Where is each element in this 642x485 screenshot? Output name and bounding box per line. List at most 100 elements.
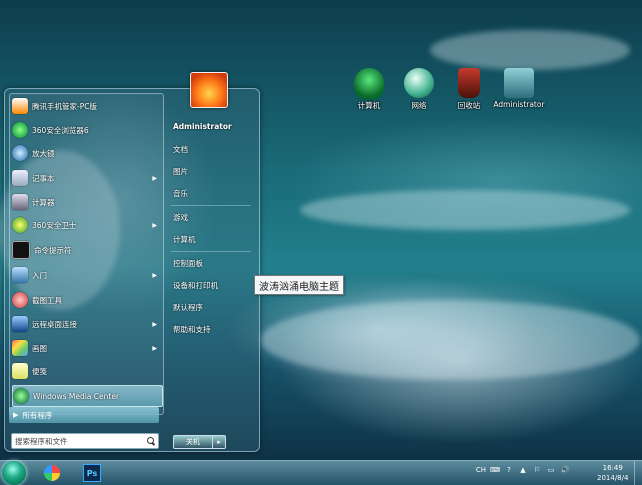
program-label: 腾讯手机管家-PC版: [32, 101, 97, 111]
wallpaper-foam: [430, 30, 630, 70]
volume-icon[interactable]: 🔊: [560, 465, 570, 475]
place-games[interactable]: 游戏: [173, 212, 188, 223]
getting-started-icon: [12, 267, 28, 283]
program-label: 截图工具: [32, 295, 62, 305]
program-item-cmd[interactable]: 命令提示符: [12, 240, 161, 260]
paint-icon: [12, 340, 28, 356]
recycle-bin-icon: [458, 68, 480, 98]
wallpaper-foam: [300, 190, 630, 230]
start-menu: 腾讯手机管家-PC版 360安全浏览器6 放大镜 记事本 ▶ 计算器 360安全…: [4, 88, 260, 452]
place-user[interactable]: Administrator: [173, 122, 232, 131]
program-label: 放大镜: [32, 148, 55, 158]
program-item-360-browser[interactable]: 360安全浏览器6: [12, 120, 161, 140]
notepad-icon: [12, 170, 28, 186]
program-item-media-center[interactable]: Windows Media Center: [12, 385, 163, 407]
360-icon: [44, 465, 60, 481]
program-item-getting-started[interactable]: 入门 ▶: [12, 265, 161, 285]
system-tray: CH ⌨ ? ▲ ⚐ ▭ 🔊: [476, 465, 570, 475]
program-item-calculator[interactable]: 计算器: [12, 192, 161, 212]
search-box: [11, 433, 159, 449]
place-devices-printers[interactable]: 设备和打印机: [173, 280, 218, 291]
calculator-icon: [12, 194, 28, 210]
program-item-360-safe[interactable]: 360安全卫士 ▶: [12, 215, 161, 235]
place-documents[interactable]: 文档: [173, 144, 188, 155]
divider: [171, 251, 251, 252]
program-label: 远程桌面连接: [32, 319, 77, 329]
media-center-icon: [13, 388, 29, 404]
user-avatar[interactable]: [190, 72, 228, 108]
program-label: Windows Media Center: [33, 391, 120, 401]
program-item-snipping-tool[interactable]: 截图工具: [12, 290, 161, 310]
desktop-icon-computer[interactable]: 计算机: [342, 68, 396, 111]
place-control-panel[interactable]: 控制面板: [173, 258, 203, 269]
tencent-icon: [12, 98, 28, 114]
place-default-programs[interactable]: 默认程序: [173, 302, 203, 313]
program-item-remote-desktop[interactable]: 远程桌面连接 ▶: [12, 314, 161, 334]
program-item-tencent[interactable]: 腾讯手机管家-PC版: [12, 96, 161, 116]
program-label: 入门: [32, 270, 47, 280]
user-folder-icon: [504, 68, 534, 98]
programs-pane: 腾讯手机管家-PC版 360安全浏览器6 放大镜 记事本 ▶ 计算器 360安全…: [9, 93, 164, 415]
program-label: 画图: [32, 343, 47, 353]
program-label: 记事本: [32, 173, 55, 183]
place-help-support[interactable]: 帮助和支持: [173, 324, 211, 335]
keyboard-icon[interactable]: ⌨: [490, 465, 500, 475]
desktop-icon-label: 计算机: [357, 101, 381, 110]
desktop-icon-recycle-bin[interactable]: 回收站: [442, 68, 496, 111]
clock-time: 16:49: [602, 464, 623, 472]
submenu-arrow-icon: ▶: [152, 221, 157, 229]
help-icon[interactable]: ?: [504, 465, 514, 475]
submenu-arrow-icon: ▶: [152, 320, 157, 328]
program-item-notepad[interactable]: 记事本 ▶: [12, 168, 161, 188]
all-programs-button[interactable]: ▶ 所有程序: [9, 407, 159, 423]
expand-arrow-icon: ▶: [13, 411, 19, 419]
place-computer[interactable]: 计算机: [173, 234, 196, 245]
divider: [171, 205, 251, 206]
clock-date: 2014/8/4: [597, 474, 629, 482]
shutdown-options-button[interactable]: ▸: [213, 435, 226, 449]
show-hidden-icons-icon[interactable]: ▲: [518, 465, 528, 475]
computer-icon: [354, 68, 384, 98]
network-status-icon[interactable]: ▭: [546, 465, 556, 475]
clock[interactable]: 16:49 2014/8/4: [597, 463, 628, 483]
desktop-icon-label: Administrator: [493, 100, 545, 109]
place-pictures[interactable]: 图片: [173, 166, 188, 177]
tooltip: 波涛汹涌电脑主题: [254, 275, 344, 295]
desktop-icon-administrator[interactable]: Administrator: [492, 68, 546, 109]
program-label: 360安全卫士: [32, 220, 77, 230]
show-desktop-button[interactable]: [634, 461, 642, 485]
shutdown-group: 关机 ▸: [173, 435, 226, 449]
snipping-tool-icon: [12, 292, 28, 308]
action-center-flag-icon[interactable]: ⚐: [532, 465, 542, 475]
desktop-icon-label: 回收站: [457, 101, 481, 110]
desktop-icon-label: 网络: [411, 101, 427, 110]
remote-desktop-icon: [12, 316, 28, 332]
wallpaper-foam: [260, 300, 640, 380]
360-browser-icon: [12, 122, 28, 138]
search-input[interactable]: [12, 435, 146, 447]
program-item-sticky-notes[interactable]: 便笺: [12, 361, 161, 381]
submenu-arrow-icon: ▶: [152, 271, 157, 279]
desktop-icon-network[interactable]: 网络: [392, 68, 446, 111]
network-icon: [404, 68, 434, 98]
taskbar: Ps CH ⌨ ? ▲ ⚐ ▭ 🔊 16:49 2014/8/4: [0, 460, 642, 485]
language-icon[interactable]: CH: [476, 465, 486, 475]
start-button[interactable]: [2, 461, 26, 485]
360-safe-icon: [12, 217, 28, 233]
place-music[interactable]: 音乐: [173, 188, 188, 199]
sticky-notes-icon: [12, 363, 28, 379]
all-programs-label: 所有程序: [22, 410, 53, 420]
program-label: 360安全浏览器6: [32, 125, 89, 135]
magnifier-icon: [12, 145, 28, 161]
search-icon[interactable]: [146, 436, 156, 446]
program-label: 计算器: [32, 197, 55, 207]
taskbar-photoshop-button[interactable]: Ps: [74, 462, 110, 484]
submenu-arrow-icon: ▶: [152, 174, 157, 182]
submenu-arrow-icon: ▶: [152, 344, 157, 352]
program-label: 命令提示符: [34, 245, 72, 255]
taskbar-360-button[interactable]: [34, 462, 70, 484]
shutdown-button[interactable]: 关机: [173, 435, 213, 449]
photoshop-icon: Ps: [83, 464, 101, 482]
program-item-magnifier[interactable]: 放大镜: [12, 143, 161, 163]
program-item-paint[interactable]: 画图 ▶: [12, 338, 161, 358]
